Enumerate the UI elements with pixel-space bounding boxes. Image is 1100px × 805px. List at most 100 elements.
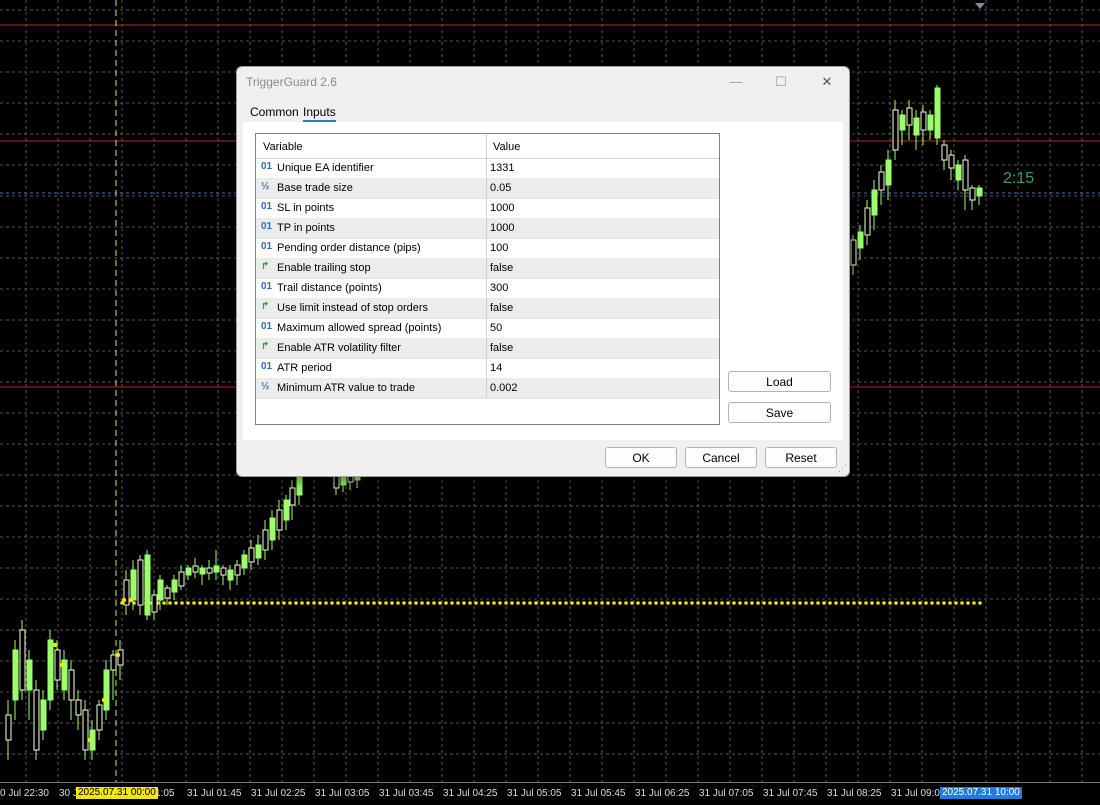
pending-level-dot (882, 601, 886, 605)
input-row[interactable]: ↱ Enable trailing stop false (256, 258, 719, 279)
pending-level-dot (186, 601, 190, 605)
trade-marker (128, 597, 134, 603)
pending-level-dot (576, 601, 580, 605)
variable-value[interactable]: false (490, 302, 513, 314)
pending-level-dot (306, 601, 310, 605)
pending-level-dot (654, 601, 658, 605)
boolean-type-icon: ↱ (261, 341, 270, 352)
time-tick: 31 Jul 09:05 (891, 788, 946, 799)
pending-level-dot (552, 601, 556, 605)
variable-value[interactable]: 1331 (490, 162, 514, 174)
pending-level-dot (822, 601, 826, 605)
variable-name: SL in points (277, 202, 335, 214)
candle-body (192, 565, 199, 573)
pending-level-dot (270, 601, 274, 605)
title-bar[interactable]: TriggerGuard 2.6 — ☐ ✕ (237, 67, 849, 97)
pending-level-dot (960, 601, 964, 605)
input-row[interactable]: 01 TP in points 1000 (256, 218, 719, 239)
variable-column-header[interactable]: Variable (263, 141, 303, 153)
pending-level-dot (216, 601, 220, 605)
candle-body (54, 649, 61, 681)
candle-body (289, 487, 296, 506)
trade-marker (52, 642, 58, 648)
input-row[interactable]: ½ Base trade size 0.05 (256, 178, 719, 199)
load-button[interactable]: Load (728, 371, 831, 392)
pending-level-dot (342, 601, 346, 605)
trade-marker (115, 652, 121, 658)
input-row[interactable]: ↱ Enable ATR volatility filter false (256, 338, 719, 359)
cancel-button[interactable]: Cancel (685, 447, 757, 468)
variable-name: Unique EA identifier (277, 162, 374, 174)
pending-level-dot (732, 601, 736, 605)
time-crosshair-label: 2025.07.31 00:00 (76, 787, 158, 799)
save-button[interactable]: Save (728, 402, 831, 423)
pending-level-dot (354, 601, 358, 605)
candle-body (969, 187, 976, 201)
minimize-button[interactable]: — (721, 71, 751, 93)
candle-body (220, 567, 227, 576)
resize-grip-icon[interactable]: ⋰ (838, 463, 847, 474)
inputs-grid[interactable]: Variable Value 01 Unique EA identifier 133… (255, 133, 720, 425)
tab-common[interactable]: Common (250, 105, 299, 119)
candle-body (103, 669, 110, 711)
integer-type-icon: 01 (261, 321, 273, 332)
pending-level-dot (486, 601, 490, 605)
variable-value[interactable]: 100 (490, 242, 508, 254)
pending-level-dot (858, 601, 862, 605)
pending-level-dot (798, 601, 802, 605)
variable-value[interactable]: 300 (490, 282, 508, 294)
double-type-icon: ½ (261, 181, 270, 192)
trade-marker (87, 737, 93, 743)
time-tick: 31 Jul 07:45 (763, 788, 818, 799)
pending-level-dot (252, 601, 256, 605)
candle-body (941, 144, 948, 161)
trade-marker (59, 662, 65, 668)
input-row[interactable]: 01 ATR period 14 (256, 358, 719, 379)
variable-value[interactable]: 1000 (490, 202, 514, 214)
pending-level-dot (390, 601, 394, 605)
variable-value[interactable]: 50 (490, 322, 502, 334)
input-row[interactable]: 01 Unique EA identifier 1331 (256, 158, 719, 179)
pending-level-dot (570, 601, 574, 605)
input-row[interactable]: ↱ Use limit instead of stop orders false (256, 298, 719, 319)
integer-type-icon: 01 (261, 221, 273, 232)
pending-level-dot (666, 601, 670, 605)
candle-body (151, 594, 158, 613)
variable-value[interactable]: 1000 (490, 222, 514, 234)
variable-value[interactable]: false (490, 262, 513, 274)
input-row[interactable]: 01 Trail distance (points) 300 (256, 278, 719, 299)
input-row[interactable]: 01 Pending order distance (pips) 100 (256, 238, 719, 259)
column-divider[interactable] (486, 134, 487, 398)
value-column-header[interactable]: Value (493, 141, 520, 153)
variable-value[interactable]: 0.002 (490, 382, 518, 394)
pending-level-dot (192, 601, 196, 605)
maximize-button[interactable]: ☐ (766, 71, 796, 93)
reset-button[interactable]: Reset (765, 447, 837, 468)
pending-level-dot (372, 601, 376, 605)
pending-level-dot (384, 601, 388, 605)
variable-value[interactable]: 0.05 (490, 182, 511, 194)
pending-level-dot (750, 601, 754, 605)
variable-value[interactable]: false (490, 342, 513, 354)
pending-level-dot (588, 601, 592, 605)
ok-button[interactable]: OK (605, 447, 677, 468)
tab-inputs[interactable]: Inputs (303, 105, 336, 122)
input-row[interactable]: 01 Maximum allowed spread (points) 50 (256, 318, 719, 339)
input-row[interactable]: ½ Minimum ATR value to trade 0.002 (256, 378, 719, 399)
candle-body (948, 154, 955, 169)
candle-body (241, 554, 248, 569)
pending-level-dot (462, 601, 466, 605)
pending-level-dot (408, 601, 412, 605)
pending-level-dot (504, 601, 508, 605)
pending-level-dot (474, 601, 478, 605)
close-button[interactable]: ✕ (812, 71, 842, 93)
integer-type-icon: 01 (261, 241, 273, 252)
variable-name: Trail distance (points) (277, 282, 382, 294)
time-tick: 31 Jul 01:45 (187, 788, 242, 799)
pending-level-dot (528, 601, 532, 605)
pending-level-dot (522, 601, 526, 605)
candle-body (899, 114, 906, 131)
variable-value[interactable]: 14 (490, 362, 502, 374)
pending-level-dot (444, 601, 448, 605)
input-row[interactable]: 01 SL in points 1000 (256, 198, 719, 219)
